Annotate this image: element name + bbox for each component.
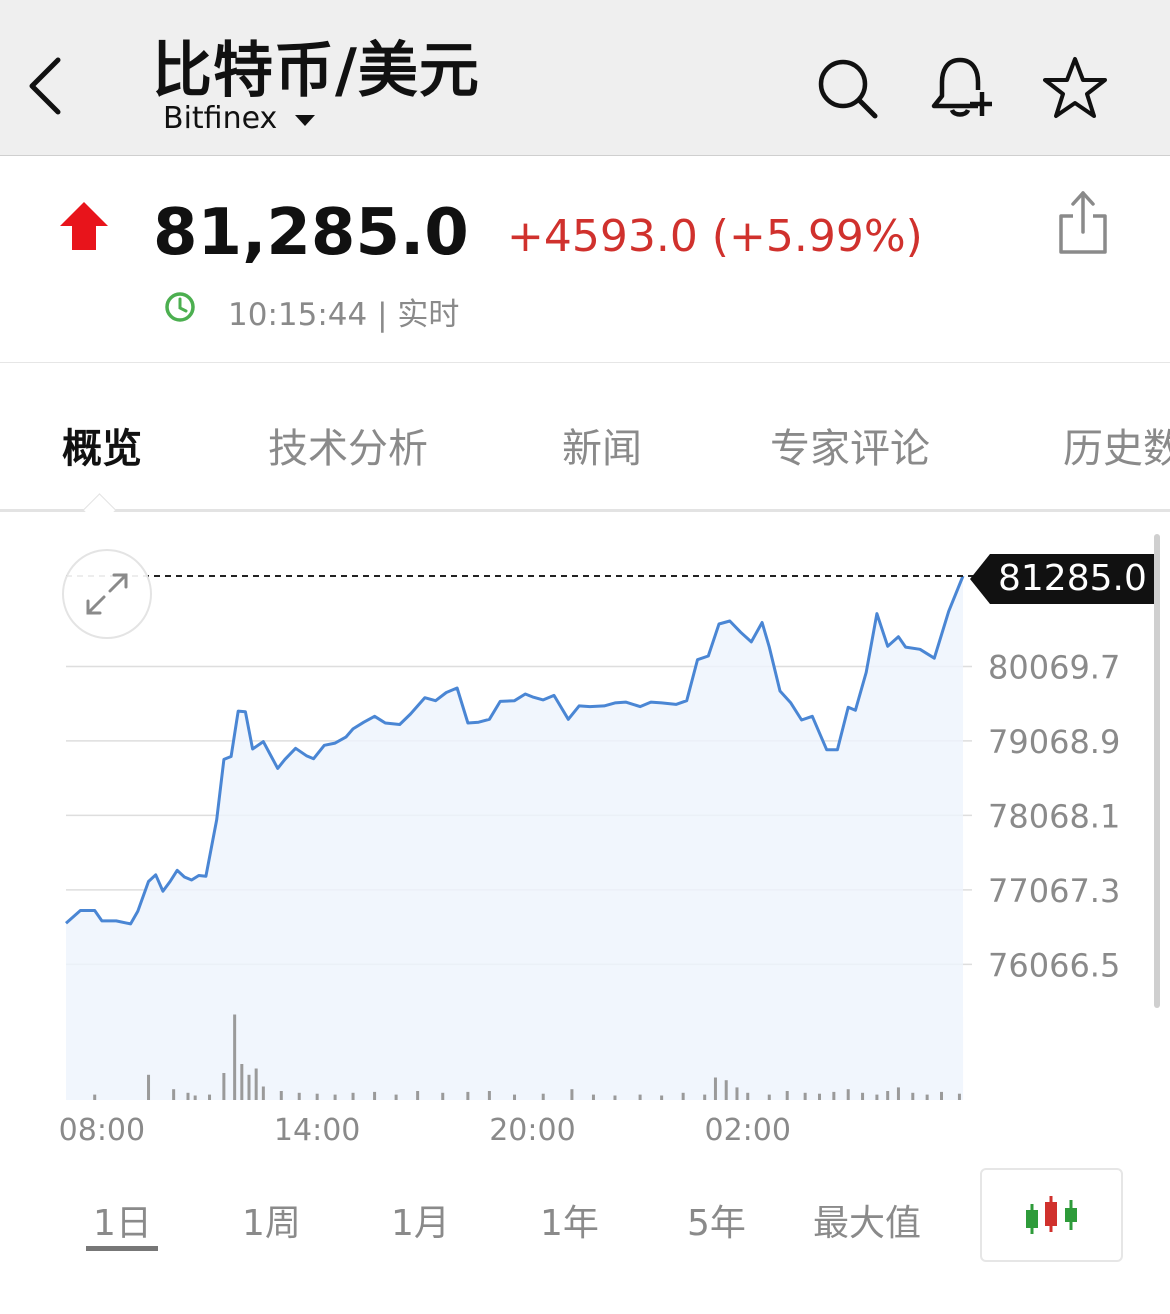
price-area [66,576,964,1100]
volume-bar [261,1086,265,1100]
volume-bar [703,1094,707,1100]
y-tick-label: 80069.7 [988,648,1120,686]
x-tick-label: 14:00 [274,1113,360,1148]
volume-bar [660,1095,664,1100]
volume-bar [925,1094,929,1100]
scrollbar[interactable] [1154,534,1160,1008]
y-tick-label: 78068.1 [988,797,1120,835]
range-1w[interactable]: 1周 [242,1194,301,1246]
volume-bar [832,1091,836,1100]
volume-bar [240,1064,244,1100]
volume-bar [466,1091,470,1100]
volume-bar [570,1089,574,1100]
volume-bar [735,1087,739,1100]
y-tick-label: 76066.5 [988,946,1120,984]
price-change: +4593.0 (+5.99%) [507,211,923,262]
y-tick-label: 79068.9 [988,723,1120,761]
volume-bar [940,1091,944,1100]
volume-bar [487,1091,491,1100]
volume-bar [785,1091,789,1100]
volume-bar [147,1074,151,1100]
candlestick-icon [1026,1196,1077,1234]
back-icon[interactable] [22,54,70,118]
volume-bar [315,1093,319,1100]
volume-bar [613,1095,617,1100]
volume-bar [193,1095,197,1100]
tab-history[interactable]: 历史数 [1063,416,1170,474]
share-icon[interactable] [1055,190,1111,256]
volume-bar [861,1092,865,1100]
tab-news[interactable]: 新闻 [562,416,642,474]
current-price-tag: 81285.0 [970,554,1157,604]
range-max[interactable]: 最大值 [813,1194,921,1246]
volume-bar [767,1094,771,1100]
volume-bar [441,1092,445,1100]
volume-bar [713,1077,717,1100]
search-icon[interactable] [815,56,879,120]
volume-bar [254,1068,258,1100]
x-tick-label: 02:00 [705,1113,791,1148]
section-tabs: 概览 技术分析 新闻 专家评论 历史数 [0,380,1170,510]
volume-bar [681,1092,685,1100]
volume-bar [333,1094,337,1100]
volume-bar [911,1092,915,1100]
x-tick-label: 20:00 [489,1113,575,1148]
clock-icon [165,292,195,322]
volume-bar [373,1091,377,1100]
volume-bar [416,1091,420,1100]
volume-bar [233,1014,237,1100]
exchange-selector[interactable]: Bitfinex [163,101,316,136]
volume-bar [513,1094,517,1100]
volume-bar [93,1094,97,1100]
volume-bar [279,1091,283,1100]
exchange-label: Bitfinex [163,101,278,136]
volume-bar [591,1094,595,1100]
volume-bar [724,1080,728,1100]
range-1m[interactable]: 1月 [391,1194,450,1246]
tab-divider [0,509,1170,512]
quote-time: 10:15:44 | 实时 [228,297,460,333]
volume-bar [803,1092,807,1100]
volume-bar [886,1091,890,1100]
volume-bar [875,1094,879,1100]
volume-bar [394,1094,398,1100]
volume-bar [222,1073,226,1100]
volume-bar [172,1089,176,1100]
y-tick-label: 77067.3 [988,872,1120,910]
volume-bar [846,1089,850,1100]
top-bar: 比特币/美元 Bitfinex [0,0,1170,156]
range-1y[interactable]: 1年 [540,1194,599,1246]
range-5y[interactable]: 5年 [687,1194,746,1246]
tab-overview[interactable]: 概览 [62,416,142,474]
up-arrow-icon [60,202,108,250]
volume-bar [208,1094,212,1100]
range-1d[interactable]: 1日 [93,1194,152,1246]
tab-expert[interactable]: 专家评论 [770,416,930,474]
volume-bar [896,1087,900,1100]
x-tick-label: 08:00 [59,1113,145,1148]
divider [0,362,1170,363]
volume-bar [957,1093,961,1100]
volume-bar [541,1093,545,1100]
tab-technical[interactable]: 技术分析 [268,416,428,474]
volume-bar [247,1074,251,1100]
expand-icon [86,573,128,615]
price-chart[interactable]: 80069.7 79068.9 78068.1 77067.3 76066.5 08:00… [0,520,1170,1160]
volume-bar [351,1092,355,1100]
volume-bar [186,1092,190,1100]
volume-bar [638,1094,642,1100]
star-icon[interactable] [1043,56,1107,120]
volume-bar [746,1092,750,1100]
page-title: 比特币/美元 [152,36,480,106]
volume-bar [818,1093,822,1100]
chart-type-button[interactable] [980,1168,1123,1262]
bell-plus-icon[interactable] [928,56,992,120]
active-range-underline [86,1246,158,1251]
volume-bar [297,1092,301,1100]
chevron-down-icon [295,115,316,126]
expand-chart-button[interactable] [62,549,152,639]
last-price: 81,285.0 [153,196,469,270]
